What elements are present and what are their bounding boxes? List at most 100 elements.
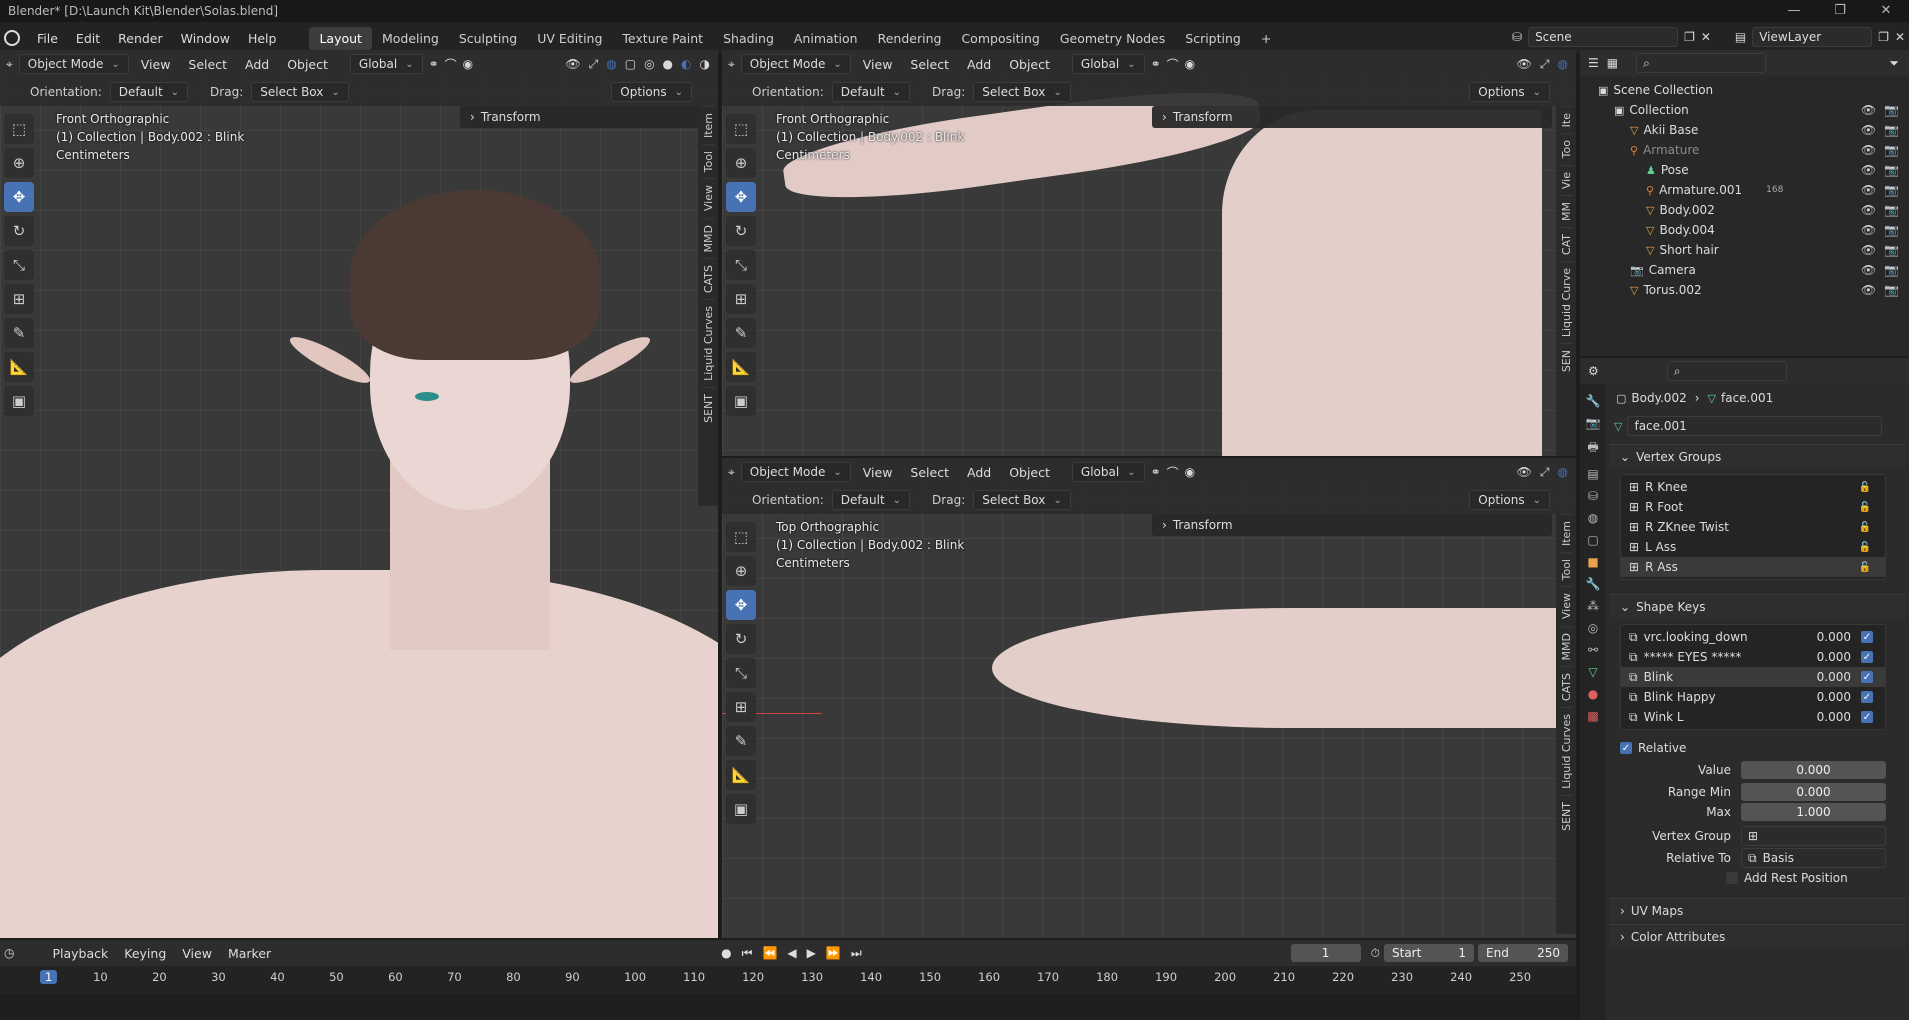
tab-sent[interactable]: SEN: [1559, 342, 1573, 379]
tab-mmd[interactable]: MMD: [701, 217, 715, 258]
tab-compositing[interactable]: Compositing: [951, 27, 1049, 50]
tab-cats[interactable]: CAT: [1559, 226, 1573, 261]
measure-tool-icon[interactable]: 📐: [726, 760, 756, 790]
tab-modeling[interactable]: Modeling: [372, 27, 449, 50]
main-viewport[interactable]: ⌖ Object Mode View Select Add Object Glo…: [0, 50, 718, 938]
object-mode-dropdown[interactable]: Object Mode: [740, 54, 851, 74]
menu-help[interactable]: Help: [239, 31, 286, 46]
outliner-item[interactable]: 📷 Camera 👁 📷: [1598, 260, 1909, 280]
add-cube-tool-icon[interactable]: ▣: [726, 386, 756, 416]
tab-uv-editing[interactable]: UV Editing: [527, 27, 612, 50]
timeline-editor-icon[interactable]: ◷: [4, 946, 14, 960]
relative-to-field[interactable]: ⧉ Basis: [1741, 848, 1886, 868]
add-menu[interactable]: Add: [961, 57, 997, 72]
object-menu[interactable]: Object: [1003, 465, 1056, 480]
editor-type-icon[interactable]: ⌖: [728, 465, 735, 480]
proportional-icon[interactable]: ◉: [1185, 57, 1195, 71]
close-icon[interactable]: ✕: [1863, 0, 1909, 22]
measure-tool-icon[interactable]: 📐: [726, 352, 756, 382]
visibility-eye-icon[interactable]: 👁: [1861, 183, 1876, 197]
minimize-icon[interactable]: —: [1771, 0, 1817, 22]
timeline-view-menu[interactable]: View: [176, 946, 218, 961]
lock-icon[interactable]: 🔓: [1859, 482, 1871, 493]
snap-icon[interactable]: ⌒: [445, 56, 457, 73]
add-cube-tool-icon[interactable]: ▣: [4, 386, 34, 416]
shape-key-value[interactable]: 0.000: [1817, 650, 1851, 664]
menu-render[interactable]: Render: [109, 31, 172, 46]
view-menu[interactable]: View: [135, 57, 177, 72]
visibility-eye-icon[interactable]: 👁: [1861, 123, 1876, 137]
tab-mmd[interactable]: MM: [1559, 194, 1573, 227]
shape-key-item[interactable]: ⧉ Blink Happy 0.000 ✓: [1621, 687, 1885, 707]
visibility-eye-icon[interactable]: 👁: [1861, 143, 1876, 157]
display-mode-icon[interactable]: ▦: [1607, 56, 1618, 70]
visibility-icon[interactable]: 👁: [1517, 57, 1532, 72]
visibility-eye-icon[interactable]: 👁: [1861, 163, 1876, 177]
outliner-item[interactable]: ▽ Akii Base 👁 📷: [1598, 120, 1909, 140]
data-name-field[interactable]: face.001: [1627, 416, 1883, 436]
color-attributes-section[interactable]: › Color Attributes: [1610, 924, 1906, 948]
menu-file[interactable]: File: [28, 31, 67, 46]
delete-scene-icon[interactable]: ✕: [1701, 30, 1711, 44]
transform-panel-header[interactable]: › Transform: [460, 106, 718, 128]
constraints-tab-icon[interactable]: ⚯: [1588, 643, 1598, 657]
tab-item[interactable]: Item: [701, 106, 715, 145]
select-box-tool-icon[interactable]: ⬚: [726, 522, 756, 552]
render-camera-icon[interactable]: 📷: [1884, 243, 1899, 257]
outliner-item[interactable]: ⚲ Armature.001 168 👁 📷: [1598, 180, 1909, 200]
outliner-item[interactable]: ▽ Torus.002 👁 📷: [1598, 280, 1909, 300]
relative-checkbox[interactable]: ✓: [1620, 742, 1632, 754]
measure-tool-icon[interactable]: 📐: [4, 352, 34, 382]
options-dropdown[interactable]: Options: [611, 82, 692, 102]
transform-orientation-dropdown[interactable]: Global: [1071, 462, 1145, 482]
jump-start-icon[interactable]: ⏮: [742, 946, 753, 961]
view-menu[interactable]: View: [857, 465, 899, 480]
view-menu[interactable]: View: [857, 57, 899, 72]
shape-key-item[interactable]: ⧉ Blink 0.000 ✓: [1621, 667, 1885, 687]
filter-icon[interactable]: ⏷: [1889, 56, 1899, 71]
transform-tool-icon[interactable]: ⊞: [4, 284, 34, 314]
tool-tab-icon[interactable]: 🔧: [1586, 394, 1601, 408]
timeline-track[interactable]: [0, 994, 1576, 1020]
maximize-icon[interactable]: ❐: [1817, 0, 1863, 22]
range-min-field[interactable]: 0.000: [1741, 783, 1886, 801]
shape-keys-list[interactable]: ⧉ vrc.looking_down 0.000 ✓ ⧉ ***** EYES *****…: [1620, 624, 1886, 730]
outliner-item[interactable]: ▣ Collection 👁 📷: [1598, 100, 1909, 120]
orientation-dropdown[interactable]: Default: [831, 490, 911, 510]
select-menu[interactable]: Select: [904, 57, 955, 72]
render-camera-icon[interactable]: 📷: [1884, 283, 1899, 297]
pivot-icon[interactable]: ⚭: [429, 57, 439, 71]
tab-texture-paint[interactable]: Texture Paint: [612, 27, 713, 50]
add-rest-position-checkbox[interactable]: [1726, 872, 1738, 884]
outliner-editor-icon[interactable]: ☰: [1588, 56, 1599, 70]
view-layer-tab-icon[interactable]: ▤: [1587, 467, 1598, 481]
rendered-shading-icon[interactable]: ◑: [700, 57, 710, 72]
tab-shading[interactable]: Shading: [713, 27, 784, 50]
scale-tool-icon[interactable]: ⤡: [726, 250, 756, 280]
select-box-tool-icon[interactable]: ⬚: [726, 114, 756, 144]
annotate-tool-icon[interactable]: ✎: [4, 318, 34, 348]
shape-key-mute-checkbox[interactable]: ✓: [1861, 631, 1873, 643]
lock-icon[interactable]: 🔓: [1859, 562, 1871, 573]
transform-panel-header[interactable]: › Transform: [1152, 106, 1552, 128]
render-camera-icon[interactable]: 📷: [1884, 143, 1899, 157]
material-shading-icon[interactable]: ◐: [681, 57, 691, 72]
pivot-icon[interactable]: ⚭: [1151, 465, 1161, 479]
texture-tab-icon[interactable]: ▩: [1587, 709, 1598, 723]
viewlayer-field[interactable]: ViewLayer: [1752, 27, 1873, 47]
lock-icon[interactable]: 🔓: [1859, 542, 1871, 553]
shape-key-item[interactable]: ⧉ Wink L 0.000 ✓: [1621, 707, 1885, 727]
menu-edit[interactable]: Edit: [67, 31, 109, 46]
material-tab-icon[interactable]: ●: [1588, 687, 1598, 701]
tab-view[interactable]: View: [701, 178, 715, 218]
tab-cats[interactable]: CATS: [701, 257, 715, 300]
physics-tab-icon[interactable]: ◎: [1588, 621, 1598, 635]
play-icon[interactable]: ▶: [807, 946, 816, 961]
options-dropdown[interactable]: Options: [1469, 82, 1550, 102]
data-tab-icon[interactable]: ▽: [1588, 665, 1597, 679]
rotate-tool-icon[interactable]: ↻: [726, 216, 756, 246]
shape-key-value[interactable]: 0.000: [1817, 690, 1851, 704]
gizmo-icon[interactable]: ⤢: [589, 57, 599, 72]
visibility-eye-icon[interactable]: 👁: [1861, 223, 1876, 237]
vertex-groups-list[interactable]: ⊞ R Knee 🔓 ⊞ R Foot 🔓 ⊞ R ZKnee Twist 🔓 ⊞ L Ass 🔓 ⊞ R…: [1620, 474, 1886, 580]
